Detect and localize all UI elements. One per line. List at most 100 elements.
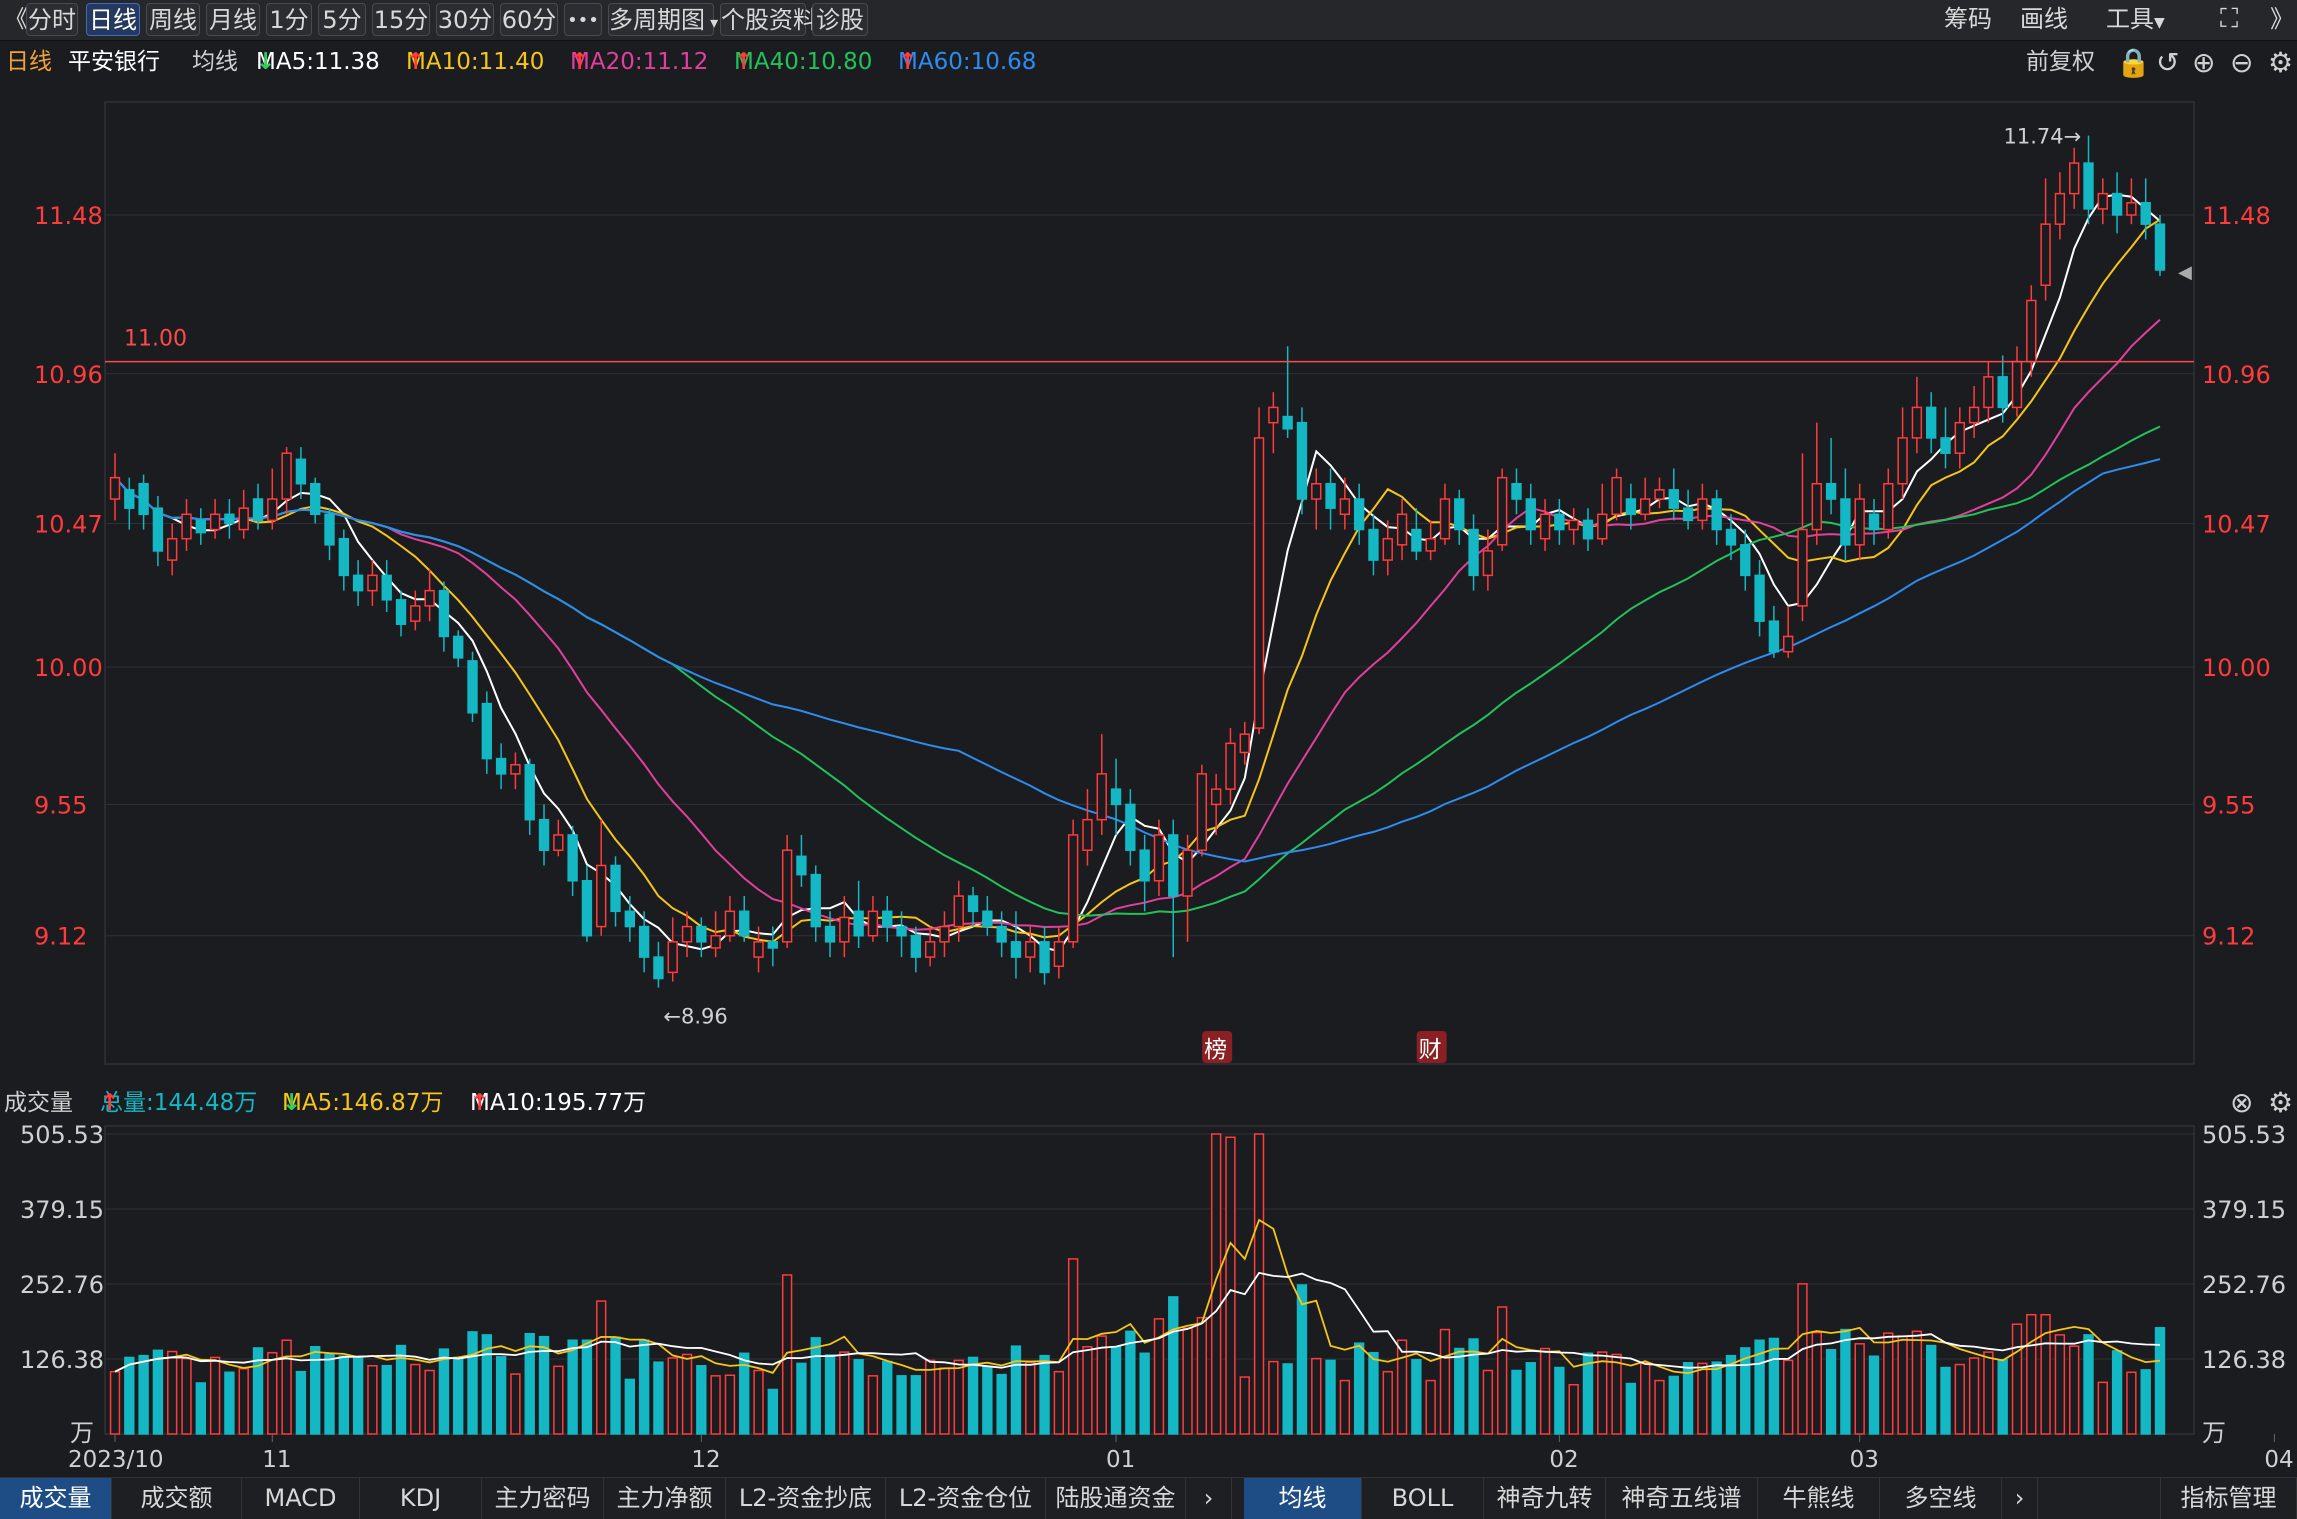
- candle-body: [1568, 519, 1579, 531]
- tab-main-net[interactable]: 主力净额: [604, 1478, 726, 1519]
- volume-bar: [1983, 1351, 1994, 1435]
- candle-body: [510, 763, 521, 775]
- volume-bar: [781, 1274, 793, 1435]
- price-tick-right: 10.00: [2202, 654, 2271, 682]
- tab-ma[interactable]: 均线: [1244, 1478, 1362, 1519]
- volume-bar: [1311, 1357, 1322, 1435]
- volume-bar: [209, 1356, 221, 1435]
- tab-l2-bottom[interactable]: L2-资金抄底: [726, 1478, 886, 1519]
- candle-body: [1353, 498, 1365, 531]
- candle-body: [967, 895, 979, 913]
- price-tick-left: 9.12: [34, 923, 87, 951]
- ma60-line: [114, 458, 2161, 863]
- event-badge-bang: 榜: [1204, 1037, 1227, 1063]
- tab-magic-nine[interactable]: 神奇九转: [1484, 1478, 1606, 1519]
- volume-bar: [824, 1354, 836, 1435]
- candle-body: [1053, 941, 1065, 968]
- volume-bar: [1025, 1361, 1036, 1435]
- candle-body: [1554, 513, 1565, 531]
- tabs-scroll-right-icon[interactable]: ›: [1186, 1478, 1232, 1519]
- volume-bar: [1954, 1363, 1965, 1435]
- candle-body: [767, 941, 779, 949]
- candle-body: [1225, 742, 1236, 790]
- volume-bar: [1053, 1370, 1065, 1435]
- tab-long-short[interactable]: 多空线: [1880, 1478, 2002, 1519]
- volume-ma-lines: [114, 1218, 2161, 1375]
- candle-body: [1639, 498, 1651, 516]
- volume-bar: [596, 1300, 607, 1435]
- right-tabs-scroll-icon[interactable]: ›: [2002, 1478, 2038, 1519]
- candle-body: [2054, 192, 2066, 225]
- volume-bar: [1454, 1347, 1465, 1435]
- candle-body: [996, 925, 1007, 943]
- candle-body: [209, 513, 221, 531]
- volume-bar: [839, 1351, 850, 1435]
- candle-body: [1110, 788, 1122, 806]
- candle-body: [710, 934, 721, 949]
- candle-body: [410, 605, 421, 622]
- candle-body: [1182, 849, 1193, 897]
- volume-bar: [1797, 1283, 1808, 1435]
- volume-bar: [1010, 1345, 1022, 1435]
- candle-body: [1268, 406, 1279, 424]
- tab-volume[interactable]: 成交量: [0, 1478, 112, 1519]
- volume-bar: [610, 1336, 621, 1435]
- volume-bar: [1554, 1366, 1565, 1435]
- candle-body: [1825, 482, 1837, 500]
- candle-body: [853, 910, 864, 937]
- tab-macd[interactable]: MACD: [242, 1478, 360, 1519]
- candle-body: [1311, 482, 1322, 500]
- candle-body: [939, 925, 950, 943]
- candle-body: [953, 895, 964, 928]
- tab-kdj[interactable]: KDJ: [360, 1478, 482, 1519]
- volume-bar: [124, 1356, 135, 1435]
- volume-bar: [1067, 1258, 1079, 1435]
- candle-body: [324, 513, 335, 546]
- candle-body: [2126, 202, 2137, 216]
- tab-magic-five[interactable]: 神奇五线谱: [1606, 1478, 1758, 1519]
- candle-body: [252, 498, 264, 522]
- volume-bar: [195, 1382, 206, 1435]
- candle-body: [1854, 498, 1865, 546]
- price-tick-right: 9.12: [2202, 923, 2255, 951]
- indicator-manage-button[interactable]: 指标管理: [2160, 1478, 2297, 1519]
- candle-body: [781, 849, 793, 943]
- volume-bar: [1582, 1352, 1594, 1435]
- candle-body: [910, 934, 922, 958]
- volume-bar: [495, 1356, 507, 1435]
- tab-turnover[interactable]: 成交额: [112, 1478, 242, 1519]
- candle-body: [367, 574, 378, 592]
- volume-bar: [967, 1356, 979, 1435]
- tab-northbound[interactable]: 陆股通资金: [1046, 1478, 1186, 1519]
- volume-bar: [1482, 1369, 1494, 1435]
- price-tick-right: 10.96: [2202, 361, 2271, 389]
- kline-chart[interactable]: 11.48 11.48 10.96 10.96 10.47 10.47 10.00 10.00…: [0, 0, 2297, 1477]
- candle-body: [1368, 528, 1379, 561]
- volume-bar: [1082, 1346, 1093, 1435]
- tab-main-code[interactable]: 主力密码: [482, 1478, 604, 1519]
- candle-body: [553, 834, 564, 851]
- candle-body: [1325, 482, 1336, 509]
- tab-bull-bear[interactable]: 牛熊线: [1758, 1478, 1880, 1519]
- candle-body: [796, 855, 807, 876]
- volume-bar: [1597, 1351, 1608, 1435]
- volume-bar: [424, 1369, 435, 1435]
- volume-bar: [1210, 1133, 1222, 1435]
- ma10-line: [114, 218, 2161, 943]
- candle-body: [1782, 635, 1794, 653]
- volume-bar: [1725, 1354, 1737, 1435]
- candle-body: [1625, 498, 1637, 516]
- volume-bar: [438, 1348, 450, 1435]
- candle-body: [1997, 376, 2008, 409]
- tab-boll[interactable]: BOLL: [1362, 1478, 1484, 1519]
- volume-bar: [152, 1349, 164, 1435]
- volume-ma5-line: [114, 1218, 2161, 1375]
- candle-body: [1239, 733, 1250, 754]
- volume-bar: [553, 1365, 564, 1435]
- price-tick-right: 10.47: [2202, 510, 2271, 538]
- annotations: 11.00 11.74→ ←8.96 榜 财 ◀: [105, 125, 2194, 1063]
- tab-l2-position[interactable]: L2-资金仓位: [886, 1478, 1046, 1519]
- candle-body: [1740, 544, 1751, 577]
- candle-body: [109, 476, 121, 500]
- candle-body: [1496, 476, 1508, 546]
